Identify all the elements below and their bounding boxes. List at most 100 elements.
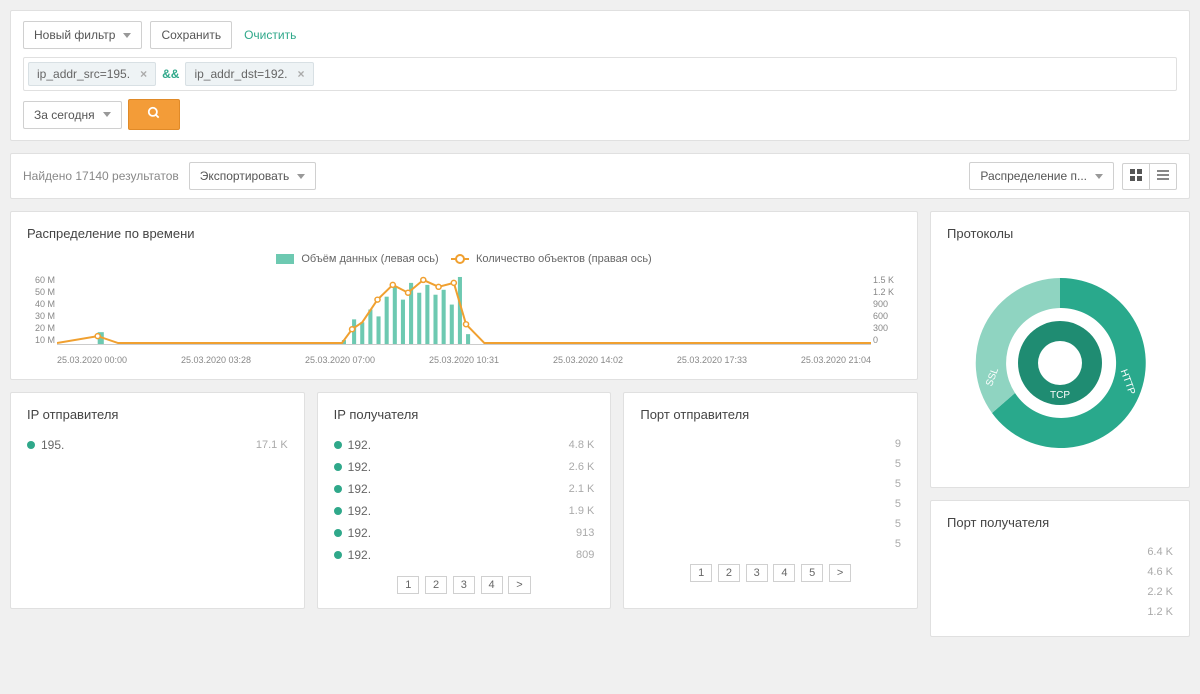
page-button[interactable]: 3 bbox=[746, 564, 768, 582]
y-tick: 60 M bbox=[27, 275, 55, 285]
filter-chip-label: ip_addr_dst=192. bbox=[194, 67, 287, 81]
list-item[interactable]: 192.2.6 K bbox=[334, 456, 595, 478]
legend-line-label: Количество объектов (правая ось) bbox=[476, 253, 652, 265]
list-item[interactable]: 5 bbox=[640, 454, 901, 474]
time-chart: 60 M 50 M 40 M 30 M 20 M 10 M 1.5 K 1.2 … bbox=[57, 275, 871, 365]
view-mode-dropdown[interactable]: Распределение п... bbox=[969, 162, 1114, 190]
remove-chip-icon[interactable]: × bbox=[140, 67, 147, 81]
search-button[interactable] bbox=[128, 99, 180, 130]
page-button[interactable]: 1 bbox=[690, 564, 712, 582]
list-item[interactable]: 1.2 K bbox=[947, 602, 1173, 622]
list-item[interactable]: 192.1.9 K bbox=[334, 500, 595, 522]
page-button[interactable]: 3 bbox=[453, 576, 475, 594]
x-tick: 25.03.2020 07:00 bbox=[305, 355, 375, 365]
y-tick: 40 M bbox=[27, 299, 55, 309]
list-item[interactable]: 5 bbox=[640, 494, 901, 514]
search-icon bbox=[147, 106, 161, 120]
recipient-ip-card: IP получателя 192.4.8 K192.2.6 K192.2.1 … bbox=[317, 392, 612, 609]
filter-chip-src[interactable]: ip_addr_src=195. × bbox=[28, 62, 156, 86]
next-page-button[interactable]: > bbox=[508, 576, 530, 594]
y-tick: 10 M bbox=[27, 335, 55, 345]
list-item[interactable]: 9 bbox=[640, 434, 901, 454]
save-button[interactable]: Сохранить bbox=[150, 21, 232, 49]
y-tick: 600 bbox=[873, 311, 901, 321]
pager: 1 2 3 4 > bbox=[334, 576, 595, 594]
y-tick: 30 M bbox=[27, 311, 55, 321]
list-item[interactable]: 5 bbox=[640, 534, 901, 554]
page-button[interactable]: 1 bbox=[397, 576, 419, 594]
list-item[interactable]: 192.2.1 K bbox=[334, 478, 595, 500]
stat-value: 5 bbox=[895, 498, 901, 510]
stat-label: 192. bbox=[348, 548, 371, 562]
inner-label: TCP bbox=[1050, 390, 1070, 401]
y-tick: 300 bbox=[873, 323, 901, 333]
page-button[interactable]: 2 bbox=[718, 564, 740, 582]
results-count: Найдено 17140 результатов bbox=[23, 169, 179, 183]
protocols-card: Протоколы TCP HTTP SSL bbox=[930, 211, 1190, 488]
card-title: Распределение по времени bbox=[27, 226, 901, 241]
stat-value: 9 bbox=[895, 438, 901, 450]
period-dropdown[interactable]: За сегодня bbox=[23, 101, 122, 129]
legend-bars-label: Объём данных (левая ось) bbox=[301, 253, 438, 265]
dot-icon bbox=[334, 551, 342, 559]
card-title: Порт получателя bbox=[947, 515, 1173, 530]
list-item[interactable]: 195. 17.1 K bbox=[27, 434, 288, 456]
filter-expression-bar[interactable]: ip_addr_src=195. × && ip_addr_dst=192. × bbox=[23, 57, 1177, 91]
list-item[interactable]: 4.6 K bbox=[947, 562, 1173, 582]
clear-button[interactable]: Очистить bbox=[240, 22, 300, 48]
x-tick: 25.03.2020 17:33 bbox=[677, 355, 747, 365]
page-button[interactable]: 4 bbox=[773, 564, 795, 582]
list-view-icon[interactable] bbox=[1150, 164, 1176, 189]
new-filter-button[interactable]: Новый фильтр bbox=[23, 21, 142, 49]
x-axis: 25.03.2020 00:00 25.03.2020 03:28 25.03.… bbox=[57, 355, 871, 365]
remove-chip-icon[interactable]: × bbox=[298, 67, 305, 81]
stat-value: 913 bbox=[576, 527, 594, 539]
stat-value: 809 bbox=[576, 549, 594, 561]
list-item[interactable]: 192.4.8 K bbox=[334, 434, 595, 456]
stat-value: 5 bbox=[895, 458, 901, 470]
x-tick: 25.03.2020 10:31 bbox=[429, 355, 499, 365]
list-item[interactable]: 5 bbox=[640, 514, 901, 534]
list-item[interactable]: 2.2 K bbox=[947, 582, 1173, 602]
stat-value: 4.6 K bbox=[1147, 566, 1173, 578]
stat-value: 2.1 K bbox=[569, 483, 595, 495]
grid-view-icon[interactable] bbox=[1123, 164, 1150, 189]
y-tick: 50 M bbox=[27, 287, 55, 297]
filter-chip-dst[interactable]: ip_addr_dst=192. × bbox=[185, 62, 313, 86]
page-button[interactable]: 5 bbox=[801, 564, 823, 582]
x-tick: 25.03.2020 00:00 bbox=[57, 355, 127, 365]
list-item[interactable]: 192. 809 bbox=[334, 544, 595, 566]
export-button[interactable]: Экспортировать bbox=[189, 162, 317, 190]
card-title: Порт отправителя bbox=[640, 407, 901, 422]
stat-value: 2.6 K bbox=[569, 461, 595, 473]
time-distribution-card: Распределение по времени Объём данных (л… bbox=[10, 211, 918, 380]
legend-bars-swatch bbox=[276, 254, 294, 264]
card-title: IP отправителя bbox=[27, 407, 288, 422]
next-page-button[interactable]: > bbox=[829, 564, 851, 582]
dot-icon bbox=[334, 485, 342, 493]
stat-value: 6.4 K bbox=[1147, 546, 1173, 558]
y-axis-right: 1.5 K 1.2 K 900 600 300 0 bbox=[873, 275, 901, 345]
pager: 1 2 3 4 5 > bbox=[640, 564, 901, 582]
stat-value: 1.9 K bbox=[569, 505, 595, 517]
list-item[interactable]: 5 bbox=[640, 474, 901, 494]
recipient-port-card: Порт получателя 6.4 K 4.6 K 2.2 K 1.2 K bbox=[930, 500, 1190, 637]
filter-chip-label: ip_addr_src=195. bbox=[37, 67, 130, 81]
stat-value: 1.2 K bbox=[1147, 606, 1173, 618]
list-item[interactable]: 6.4 K bbox=[947, 542, 1173, 562]
y-tick: 900 bbox=[873, 299, 901, 309]
page-button[interactable]: 4 bbox=[481, 576, 503, 594]
stat-label: 192. bbox=[348, 438, 371, 452]
filter-panel: Новый фильтр Сохранить Очистить ip_addr_… bbox=[10, 10, 1190, 141]
dot-icon bbox=[27, 441, 35, 449]
stat-label: 195. bbox=[41, 438, 64, 452]
sender-port-card: Порт отправителя 955555 1 2 3 4 5 > bbox=[623, 392, 918, 609]
card-title: Протоколы bbox=[947, 226, 1173, 241]
plot-area bbox=[57, 275, 871, 345]
y-tick: 20 M bbox=[27, 323, 55, 333]
card-title: IP получателя bbox=[334, 407, 595, 422]
list-item[interactable]: 192.913 bbox=[334, 522, 595, 544]
page-button[interactable]: 2 bbox=[425, 576, 447, 594]
x-tick: 25.03.2020 21:04 bbox=[801, 355, 871, 365]
dot-icon bbox=[334, 529, 342, 537]
